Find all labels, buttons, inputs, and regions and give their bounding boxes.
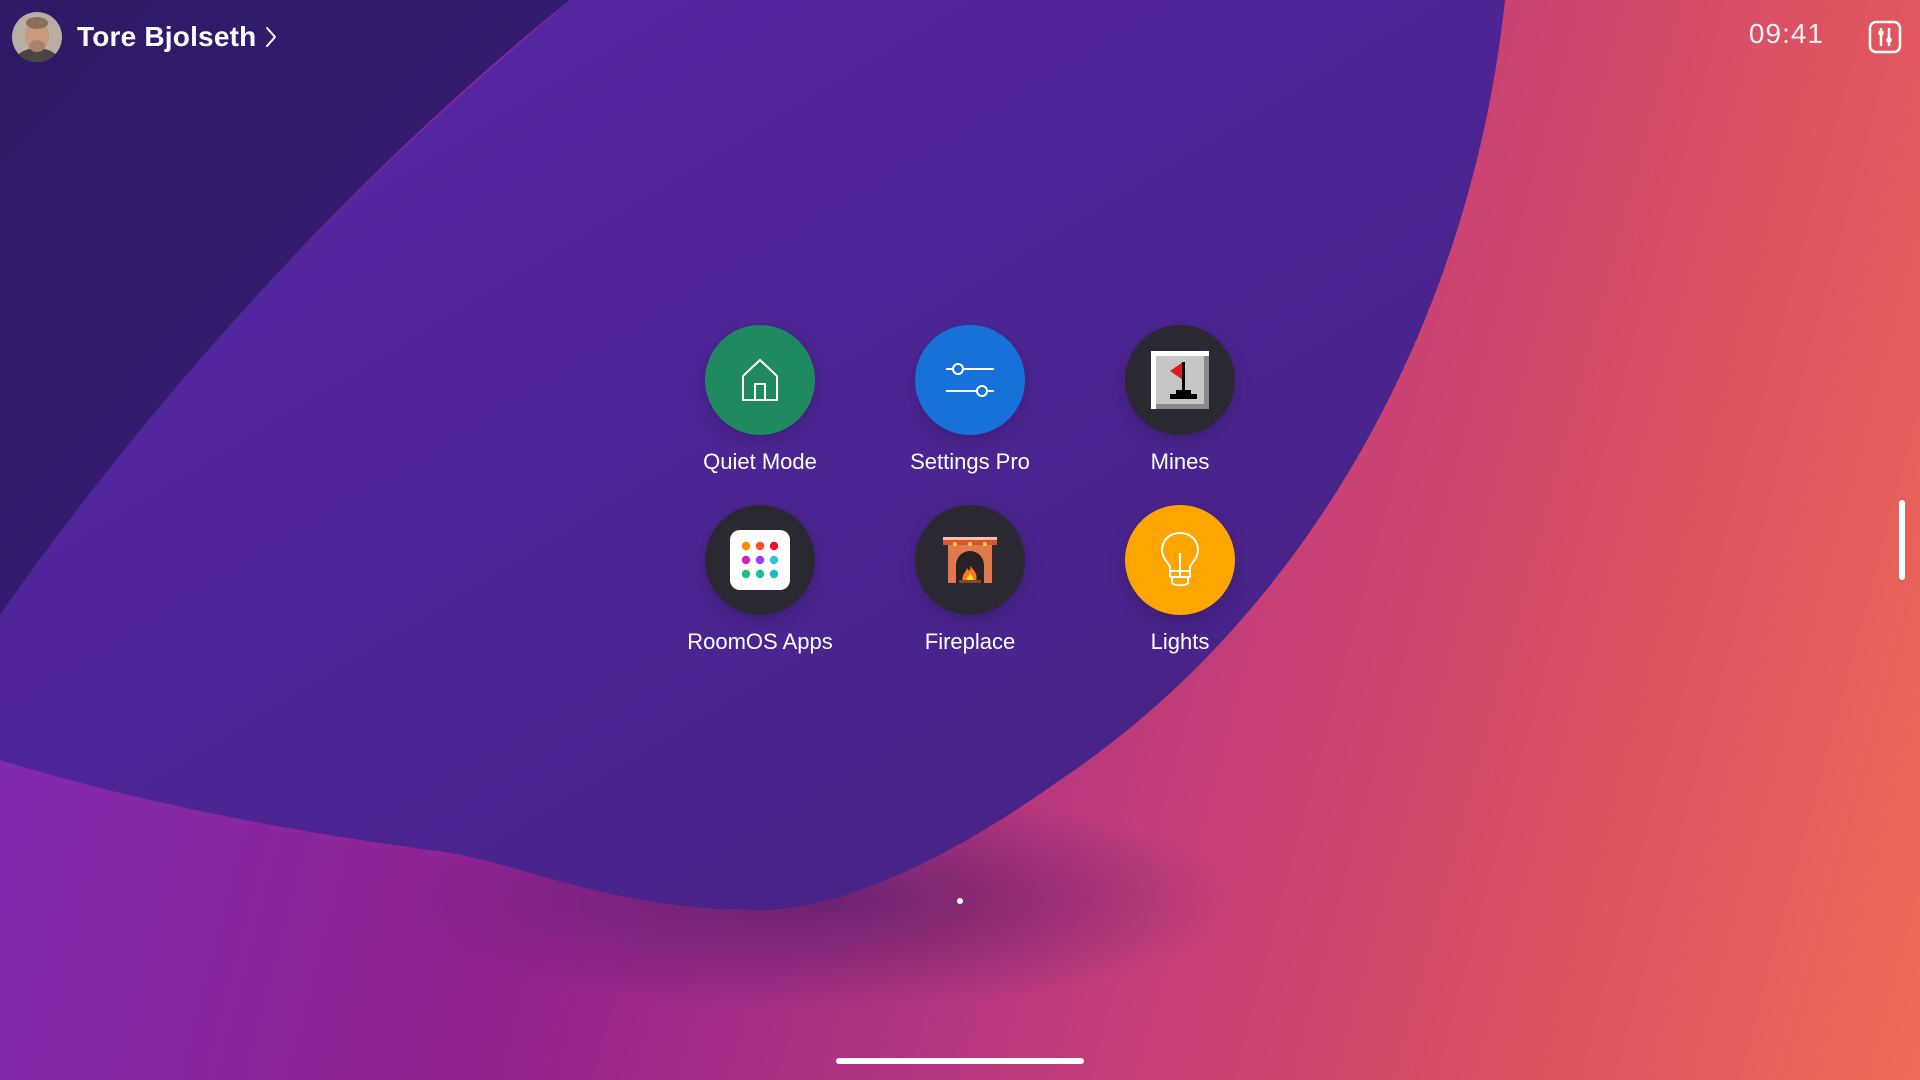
app-lights[interactable]: Lights (1075, 505, 1285, 655)
app-icon-circle (1125, 325, 1235, 435)
sliders-icon (946, 363, 994, 397)
home-screen: Tore Bjolseth 09:41 Quiet Mode Settings … (0, 0, 1920, 1080)
chevron-right-icon (264, 24, 282, 50)
app-icon-circle (705, 325, 815, 435)
user-profile-button[interactable]: Tore Bjolseth (12, 12, 282, 62)
avatar (12, 12, 62, 62)
app-quiet-mode[interactable]: Quiet Mode (655, 325, 865, 475)
app-label: Fireplace (924, 629, 1016, 654)
house-icon (742, 359, 778, 401)
home-indicator[interactable] (836, 1058, 1084, 1064)
app-settings-pro[interactable]: Settings Pro (865, 325, 1075, 475)
app-icon-circle (915, 325, 1025, 435)
app-fireplace[interactable]: Fireplace (865, 505, 1075, 655)
dots-grid-icon (730, 530, 790, 590)
control-panel-button[interactable] (1868, 20, 1902, 54)
control-panel-icon (1868, 20, 1902, 54)
app-label: Quiet Mode (703, 449, 817, 474)
app-mines[interactable]: Mines (1075, 325, 1285, 475)
app-label: Lights (1150, 629, 1210, 654)
side-scroll-handle[interactable] (1899, 500, 1905, 580)
app-icon-circle (1125, 505, 1235, 615)
app-icon-circle (705, 505, 815, 615)
app-label: RoomOS Apps (687, 629, 833, 654)
app-icon-circle (915, 505, 1025, 615)
app-label: Settings Pro (910, 449, 1030, 474)
app-label: Mines (1150, 449, 1210, 474)
app-grid: Quiet Mode Settings Pro Mines RoomOS App… (655, 325, 1285, 655)
clock: 09:41 (1748, 18, 1824, 49)
page-indicator-dot (957, 898, 963, 904)
app-roomos-apps[interactable]: RoomOS Apps (655, 505, 865, 655)
fireplace-icon (943, 537, 997, 583)
minesweeper-flag-icon (1151, 351, 1209, 409)
user-name: Tore Bjolseth (77, 21, 257, 52)
lightbulb-icon (1161, 532, 1199, 587)
